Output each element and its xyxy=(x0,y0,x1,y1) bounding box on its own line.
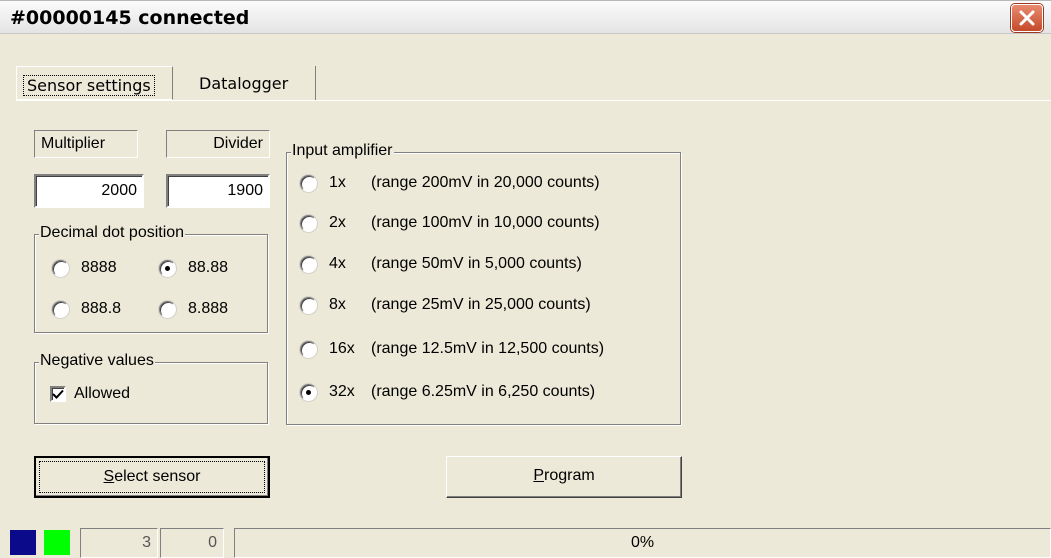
radio-decimal-888-8[interactable]: 888.8 xyxy=(52,300,121,318)
tab-label: Datalogger xyxy=(199,74,289,93)
amp-range: (range 12.5mV in 12,500 counts) xyxy=(371,340,605,357)
radio-dot xyxy=(300,214,317,232)
radio-amp-2x[interactable]: 2x (range 100mV in 10,000 counts) xyxy=(300,214,600,232)
radio-dot xyxy=(300,296,317,314)
amp-gain: 32x xyxy=(329,383,355,400)
status-count-b: 0 xyxy=(160,528,224,558)
checkbox-label: Allowed xyxy=(74,385,131,402)
divider-label: Divider xyxy=(166,130,270,158)
program-label: Program xyxy=(533,467,595,484)
amp-gain: 8x xyxy=(329,296,346,313)
close-button[interactable] xyxy=(1011,4,1043,32)
program-button[interactable]: Program xyxy=(446,456,682,498)
radio-decimal-88-88[interactable]: 88.88 xyxy=(159,259,228,277)
select-sensor-label: Select sensor xyxy=(39,461,265,493)
radio-dot xyxy=(52,300,69,318)
input-amplifier-legend: Input amplifier xyxy=(291,142,394,160)
checkbox-box xyxy=(50,386,66,402)
radio-amp-1x[interactable]: 1x (range 200mV in 20,000 counts) xyxy=(300,174,600,192)
radio-amp-8x[interactable]: 8x (range 25mV in 25,000 counts) xyxy=(300,296,591,314)
multiplier-field[interactable]: 2000 xyxy=(34,174,144,208)
select-sensor-button[interactable]: Select sensor xyxy=(34,456,270,498)
progress-text: 0% xyxy=(630,534,655,551)
tab-sensor-settings[interactable]: Sensor settings xyxy=(16,66,173,100)
radio-label: 888.8 xyxy=(81,300,122,317)
radio-dot xyxy=(159,259,176,277)
checkmark-icon xyxy=(52,389,64,399)
radio-label: 8888 xyxy=(81,259,117,276)
amp-gain: 16x xyxy=(329,340,355,357)
radio-decimal-8888[interactable]: 8888 xyxy=(52,259,117,277)
decimal-dot-group: Decimal dot position xyxy=(34,224,268,333)
amp-range: (range 100mV in 10,000 counts) xyxy=(371,214,600,231)
decimal-dot-legend: Decimal dot position xyxy=(39,224,186,242)
multiplier-label: Multiplier xyxy=(34,130,138,158)
tab-datalogger[interactable]: Datalogger xyxy=(181,66,316,100)
radio-amp-16x[interactable]: 16x (range 12.5mV in 12,500 counts) xyxy=(300,340,604,358)
status-indicator-blue xyxy=(10,530,36,555)
allowed-checkbox[interactable]: Allowed xyxy=(50,385,130,403)
radio-label: 88.88 xyxy=(188,259,229,276)
divider-field[interactable]: 1900 xyxy=(166,174,270,208)
negative-values-legend: Negative values xyxy=(39,352,155,370)
radio-amp-4x[interactable]: 4x (range 50mV in 5,000 counts) xyxy=(300,255,582,273)
radio-decimal-8-888[interactable]: 8.888 xyxy=(159,300,228,318)
amp-gain: 2x xyxy=(329,214,346,231)
amp-range: (range 25mV in 25,000 counts) xyxy=(371,296,591,313)
radio-dot xyxy=(300,174,317,192)
close-icon xyxy=(1019,10,1035,26)
amp-range: (range 6.25mV in 6,250 counts) xyxy=(371,383,596,400)
radio-amp-32x[interactable]: 32x (range 6.25mV in 6,250 counts) xyxy=(300,383,595,401)
amp-gain: 1x xyxy=(329,174,346,191)
amp-range: (range 200mV in 20,000 counts) xyxy=(371,174,600,191)
title-bar: #00000145 connected xyxy=(0,0,1051,34)
amp-gain: 4x xyxy=(329,255,346,272)
status-indicator-green xyxy=(44,530,70,555)
tab-divider xyxy=(16,100,1051,101)
radio-label: 8.888 xyxy=(188,300,229,317)
radio-dot xyxy=(300,255,317,273)
radio-dot xyxy=(52,259,69,277)
window-title: #00000145 connected xyxy=(10,7,250,29)
radio-dot xyxy=(300,340,317,358)
tab-label: Sensor settings xyxy=(23,75,155,96)
progress-bar: 0% xyxy=(234,528,1051,558)
radio-dot xyxy=(159,300,176,318)
status-count-a: 3 xyxy=(80,528,158,558)
amp-range: (range 50mV in 5,000 counts) xyxy=(371,255,582,272)
radio-dot xyxy=(300,383,317,401)
